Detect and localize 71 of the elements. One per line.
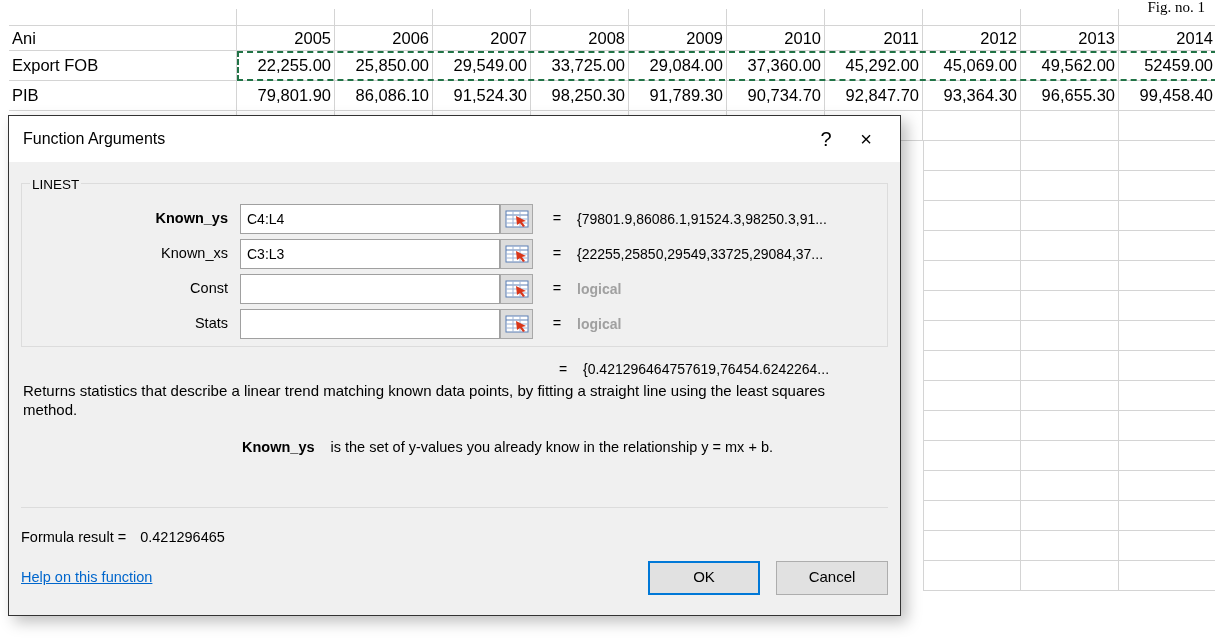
argument-field[interactable]: C3:L3 bbox=[240, 239, 500, 269]
table-cell: 86,086.10 bbox=[335, 81, 433, 111]
table-cell: 2007 bbox=[433, 26, 531, 51]
table-cell: 2011 bbox=[825, 26, 923, 51]
argument-label: Const bbox=[189, 279, 229, 299]
table-cell: Export FOB bbox=[9, 51, 237, 81]
argument-field[interactable]: C4:L4 bbox=[240, 204, 500, 234]
equals-sign: = bbox=[551, 314, 563, 334]
ok-button[interactable]: OK bbox=[648, 560, 760, 595]
close-button[interactable]: × bbox=[846, 129, 886, 149]
figure-caption: Fig. no. 1 bbox=[1145, 0, 1207, 15]
equals-sign: = bbox=[551, 209, 563, 229]
argument-help-name: Known_ys bbox=[242, 438, 315, 457]
argument-result: logical bbox=[577, 279, 622, 299]
function-description: Returns statistics that describe a linear trend matching known data points, by fitting a straight line using the least squares method. bbox=[22, 381, 827, 419]
argument-result: {22255,25850,29549,33725,29084,37... bbox=[577, 244, 824, 264]
table-cell: 91,524.30 bbox=[433, 81, 531, 111]
cancel-button[interactable]: Cancel bbox=[776, 560, 888, 595]
table-cell: Ani bbox=[9, 26, 237, 51]
table-cell: 25,850.00 bbox=[335, 51, 433, 81]
table-cell: 2010 bbox=[727, 26, 825, 51]
table-cell: 29,549.00 bbox=[433, 51, 531, 81]
table-cell: 2013 bbox=[1021, 26, 1119, 51]
equals-sign: = bbox=[551, 244, 563, 264]
formula-result-value: 0.421296465 bbox=[140, 527, 225, 547]
table-cell: 2008 bbox=[531, 26, 629, 51]
argument-label: Stats bbox=[193, 314, 229, 334]
help-link[interactable]: Help on this function bbox=[21, 566, 632, 589]
table-cell: 79,801.90 bbox=[237, 81, 335, 111]
formula-result-label: Formula result = bbox=[21, 527, 127, 547]
table-cell: 92,847.70 bbox=[825, 81, 923, 111]
table-cell: 90,734.70 bbox=[727, 81, 825, 111]
table-cell: 22,255.00 bbox=[237, 51, 335, 81]
range-select-button[interactable] bbox=[500, 274, 533, 304]
table-cell: PIB bbox=[9, 81, 237, 111]
argument-result: {79801.9,86086.1,91524.3,98250.3,91... bbox=[577, 209, 827, 229]
result-preview: {0.421296464757619,76454.6242264... bbox=[583, 359, 830, 379]
range-select-icon bbox=[504, 244, 529, 264]
table-cell: 93,364.30 bbox=[923, 81, 1021, 111]
table-cell: 29,084.00 bbox=[629, 51, 727, 81]
argument-result: logical bbox=[577, 314, 622, 334]
table-cell: 91,789.30 bbox=[629, 81, 727, 111]
table-cell: 52459.00 bbox=[1119, 51, 1215, 81]
table-cell: 45,069.00 bbox=[923, 51, 1021, 81]
dialog-title: Function Arguments bbox=[23, 129, 167, 149]
range-select-button[interactable] bbox=[500, 204, 533, 234]
range-select-icon bbox=[504, 279, 529, 299]
range-select-icon bbox=[504, 209, 529, 229]
table-cell: 2014 bbox=[1119, 26, 1215, 51]
table-cell: 45,292.00 bbox=[825, 51, 923, 81]
table-cell: 37,360.00 bbox=[727, 51, 825, 81]
table-cell: 2012 bbox=[923, 26, 1021, 51]
table-cell: 99,458.40 bbox=[1119, 81, 1215, 111]
argument-label: Known_ys bbox=[154, 209, 229, 229]
range-select-icon bbox=[504, 314, 529, 334]
table-cell: 2006 bbox=[335, 26, 433, 51]
argument-field[interactable] bbox=[240, 274, 500, 304]
table-cell: 49,562.00 bbox=[1021, 51, 1119, 81]
range-select-button[interactable] bbox=[500, 309, 533, 339]
help-button[interactable]: ? bbox=[806, 129, 846, 149]
range-select-button[interactable] bbox=[500, 239, 533, 269]
table-cell: 98,250.30 bbox=[531, 81, 629, 111]
table-cell: 2005 bbox=[237, 26, 335, 51]
table-cell: 96,655.30 bbox=[1021, 81, 1119, 111]
table-cell: 33,725.00 bbox=[531, 51, 629, 81]
argument-help-text: is the set of y-values you already know in the relationship y = mx + b. bbox=[330, 438, 773, 457]
equals-sign: = bbox=[557, 359, 569, 379]
table-cell: 2009 bbox=[629, 26, 727, 51]
equals-sign: = bbox=[551, 279, 563, 299]
argument-label: Known_xs bbox=[160, 244, 229, 264]
argument-field[interactable] bbox=[240, 309, 500, 339]
